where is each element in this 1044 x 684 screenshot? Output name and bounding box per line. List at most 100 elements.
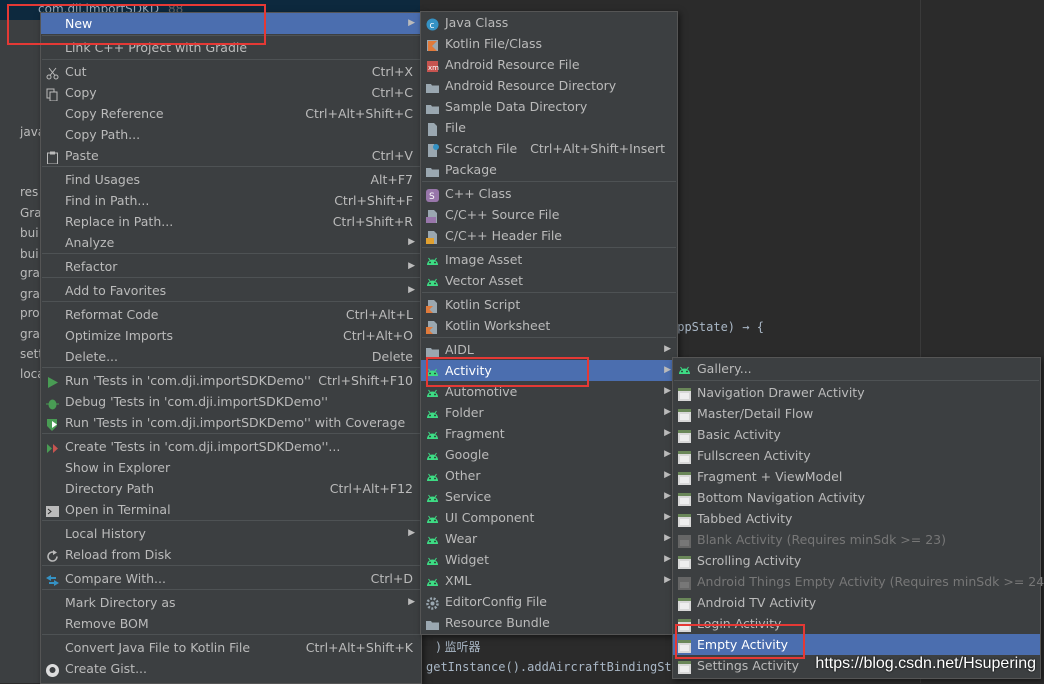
template-icon bbox=[678, 428, 691, 443]
menu1-item-create-gist[interactable]: Create Gist... bbox=[41, 658, 421, 679]
menu1-item-remove-bom[interactable]: Remove BOM bbox=[41, 613, 421, 634]
menu1-item-run-tests-in-com-dji-importsdkdemo-with-coverage[interactable]: Run 'Tests in 'com.dji.importSDKDemo'' w… bbox=[41, 412, 421, 433]
menu2-item-service[interactable]: Service ▶ bbox=[421, 486, 677, 507]
menu3-item-scrolling-activity[interactable]: Scrolling Activity bbox=[673, 550, 1040, 571]
menu2-item-kotlin-file-class[interactable]: Kotlin File/Class bbox=[421, 33, 677, 54]
menu-item-label: Find in Path... bbox=[65, 193, 150, 208]
menu3-item-tabbed-activity[interactable]: Tabbed Activity bbox=[673, 508, 1040, 529]
menu3-item-android-tv-activity[interactable]: Android TV Activity bbox=[673, 592, 1040, 613]
file-icon bbox=[426, 121, 439, 136]
shortcut-label: Ctrl+D bbox=[370, 571, 413, 586]
menu2-item-scratch-file[interactable]: Scratch File Ctrl+Alt+Shift+Insert bbox=[421, 138, 677, 159]
android-icon bbox=[426, 406, 439, 419]
tree-row[interactable]: res bbox=[0, 182, 40, 202]
menu-item-label: C/C++ Header File bbox=[445, 228, 562, 243]
menu3-item-navigation-drawer-activity[interactable]: Navigation Drawer Activity bbox=[673, 382, 1040, 403]
menu1-item-delete[interactable]: Delete... Delete bbox=[41, 346, 421, 367]
menu2-item-other[interactable]: Other ▶ bbox=[421, 465, 677, 486]
menu1-item-replace-in-path[interactable]: Replace in Path... Ctrl+Shift+R bbox=[41, 211, 421, 232]
menu1-item-find-in-path[interactable]: Find in Path... Ctrl+Shift+F bbox=[41, 190, 421, 211]
menu2-item-vector-asset[interactable]: Vector Asset bbox=[421, 270, 677, 291]
menu2-item-file[interactable]: File bbox=[421, 117, 677, 138]
menu3-item-basic-activity[interactable]: Basic Activity bbox=[673, 424, 1040, 445]
menu2-item-image-asset[interactable]: Image Asset bbox=[421, 249, 677, 270]
menu1-item-optimize-imports[interactable]: Optimize Imports Ctrl+Alt+O bbox=[41, 325, 421, 346]
menu1-item-open-in-terminal[interactable]: Open in Terminal bbox=[41, 499, 421, 520]
tree-row[interactable]: java bbox=[0, 122, 40, 142]
menu3-item-master-detail-flow[interactable]: Master/Detail Flow bbox=[673, 403, 1040, 424]
tree-row[interactable] bbox=[0, 143, 40, 163]
submenu-arrow-icon: ▶ bbox=[664, 449, 671, 459]
tree-row[interactable] bbox=[0, 101, 40, 121]
menu3-item-android-things-empty-activity-requires-minsdk-24[interactable]: Android Things Empty Activity (Requires … bbox=[673, 571, 1044, 592]
menu1-item-directory-path[interactable]: Directory Path Ctrl+Alt+F12 bbox=[41, 478, 421, 499]
menu2-item-folder[interactable]: Folder ▶ bbox=[421, 402, 677, 423]
menu2-item-java-class[interactable]: Java Class c bbox=[421, 12, 677, 33]
code-line: ) 监听器 bbox=[436, 640, 481, 654]
menu1-item-mark-directory-as[interactable]: Mark Directory as ▶ bbox=[41, 592, 421, 613]
menu-item-label: Cut bbox=[65, 64, 87, 79]
template-icon bbox=[678, 407, 691, 422]
menu1-item-reload-from-disk[interactable]: Reload from Disk bbox=[41, 544, 421, 565]
menu1-item-local-history[interactable]: Local History ▶ bbox=[41, 523, 421, 544]
menu2-item-android-resource-file[interactable]: Android Resource File xml bbox=[421, 54, 677, 75]
menu-item-label: Kotlin File/Class bbox=[445, 36, 542, 51]
tree-row[interactable]: loca bbox=[0, 364, 40, 384]
menu2-item-c-class[interactable]: C++ Class S bbox=[421, 183, 677, 204]
menu2-item-widget[interactable]: Widget ▶ bbox=[421, 549, 677, 570]
submenu-arrow-icon: ▶ bbox=[664, 533, 671, 543]
menu2-item-c-c-source-file[interactable]: C/C++ Source File bbox=[421, 204, 677, 225]
menu2-item-c-c-header-file[interactable]: C/C++ Header File bbox=[421, 225, 677, 246]
menu2-item-sample-data-directory[interactable]: Sample Data Directory bbox=[421, 96, 677, 117]
menu3-item-blank-activity-requires-minsdk-23[interactable]: Blank Activity (Requires minSdk >= 23) bbox=[673, 529, 1040, 550]
menu2-item-ui-component[interactable]: UI Component ▶ bbox=[421, 507, 677, 528]
tree-row[interactable]: bui bbox=[0, 244, 40, 264]
menu1-item-copy-path[interactable]: Copy Path... bbox=[41, 124, 421, 145]
menu3-item-bottom-navigation-activity[interactable]: Bottom Navigation Activity bbox=[673, 487, 1040, 508]
menu2-item-wear[interactable]: Wear ▶ bbox=[421, 528, 677, 549]
menu1-item-copy-reference[interactable]: Copy Reference Ctrl+Alt+Shift+C bbox=[41, 103, 421, 124]
menu2-item-kotlin-worksheet[interactable]: Kotlin Worksheet bbox=[421, 315, 677, 336]
menu2-item-package[interactable]: Package bbox=[421, 159, 677, 180]
tree-row[interactable]: gra bbox=[0, 263, 40, 283]
menu1-item-reformat-code[interactable]: Reformat Code Ctrl+Alt+L bbox=[41, 304, 421, 325]
menu-item-label: Paste bbox=[65, 148, 99, 163]
menu3-item-fullscreen-activity[interactable]: Fullscreen Activity bbox=[673, 445, 1040, 466]
tree-row[interactable]: Gradle bbox=[0, 203, 40, 223]
tree-row[interactable]: pro bbox=[0, 303, 40, 323]
menu-item-label: Fullscreen Activity bbox=[697, 448, 811, 463]
tree-row[interactable]: sett bbox=[0, 344, 40, 364]
menu2-item-resource-bundle[interactable]: Resource Bundle bbox=[421, 612, 677, 633]
tree-row[interactable]: gra bbox=[0, 324, 40, 344]
menu2-item-fragment[interactable]: Fragment ▶ bbox=[421, 423, 677, 444]
menu1-item-paste[interactable]: Paste Ctrl+V bbox=[41, 145, 421, 166]
tree-row[interactable] bbox=[0, 80, 40, 100]
tree-row[interactable]: bui bbox=[0, 223, 40, 243]
menu1-item-add-to-favorites[interactable]: Add to Favorites ▶ bbox=[41, 280, 421, 301]
menu1-item-convert-java-file-to-kotlin-file[interactable]: Convert Java File to Kotlin File Ctrl+Alt… bbox=[41, 637, 421, 658]
menu1-item-analyze[interactable]: Analyze ▶ bbox=[41, 232, 421, 253]
submenu-arrow-icon: ▶ bbox=[664, 512, 671, 522]
menu-item-label: Directory Path bbox=[65, 481, 155, 496]
menu1-item-cut[interactable]: Cut Ctrl+X bbox=[41, 61, 421, 82]
menu2-item-google[interactable]: Google ▶ bbox=[421, 444, 677, 465]
menu-item-label: Find Usages bbox=[65, 172, 141, 187]
menu1-item-find-usages[interactable]: Find Usages Alt+F7 bbox=[41, 169, 421, 190]
menu1-item-debug-tests-in-com-dji-importsdkdemo[interactable]: Debug 'Tests in 'com.dji.importSDKDemo'' bbox=[41, 391, 421, 412]
menu1-item-create-tests-in-com-dji-importsdkdemo[interactable]: Create 'Tests in 'com.dji.importSDKDemo'… bbox=[41, 436, 421, 457]
menu-separator bbox=[42, 634, 420, 635]
menu-separator bbox=[422, 181, 676, 182]
menu3-item-fragment-viewmodel[interactable]: Fragment + ViewModel bbox=[673, 466, 1040, 487]
menu2-item-android-resource-directory[interactable]: Android Resource Directory bbox=[421, 75, 677, 96]
menu2-item-xml[interactable]: XML ▶ bbox=[421, 570, 677, 591]
menu1-item-refactor[interactable]: Refactor ▶ bbox=[41, 256, 421, 277]
menu3-item-gallery[interactable]: Gallery... bbox=[673, 358, 1040, 379]
menu1-item-copy[interactable]: Copy Ctrl+C bbox=[41, 82, 421, 103]
menu1-item-compare-with[interactable]: Compare With... Ctrl+D bbox=[41, 568, 421, 589]
tree-row[interactable]: gra bbox=[0, 284, 40, 304]
menu1-item-run-tests-in-com-dji-importsdkdemo[interactable]: Run 'Tests in 'com.dji.importSDKDemo'' Ct… bbox=[41, 370, 421, 391]
menu2-item-editorconfig-file[interactable]: EditorConfig File bbox=[421, 591, 677, 612]
menu1-item-show-in-explorer[interactable]: Show in Explorer bbox=[41, 457, 421, 478]
menu2-item-kotlin-script[interactable]: Kotlin Script bbox=[421, 294, 677, 315]
submenu-arrow-icon: ▶ bbox=[664, 491, 671, 501]
